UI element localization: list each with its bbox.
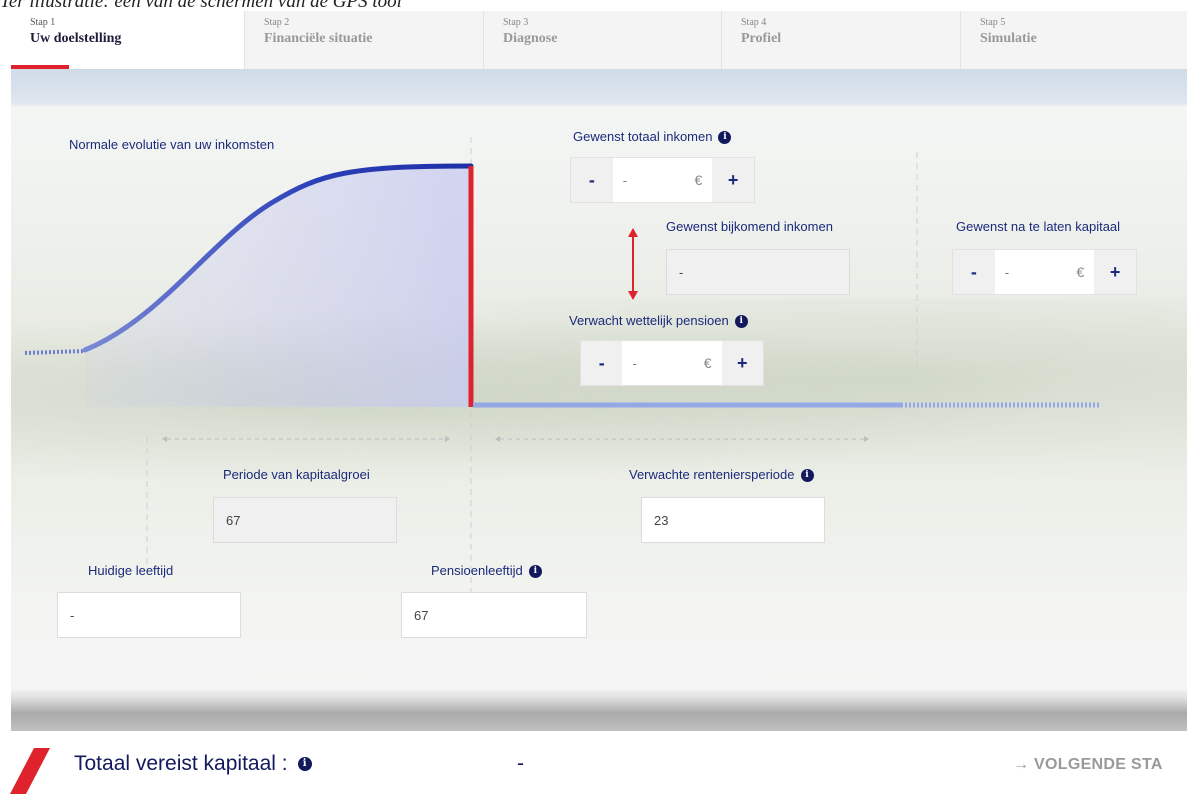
increment-button[interactable]: + — [712, 158, 754, 202]
desired-income-text: Gewenst totaal inkomen — [573, 129, 713, 144]
income-area — [86, 166, 471, 407]
step-name: Profiel — [741, 31, 782, 46]
decrement-button[interactable]: - — [581, 341, 622, 385]
step-number: Stap 2 — [264, 17, 290, 28]
capital-left-label: Gewenst na te laten kapitaal — [956, 219, 1121, 234]
income-start-dotted — [24, 349, 86, 355]
pension-age-label: Pensioenleeftijd i — [431, 563, 542, 579]
desired-income-value: - — [622, 172, 628, 188]
total-capital-label: Totaal vereist kapitaal : i — [74, 752, 312, 776]
current-age-field[interactable]: - — [57, 592, 241, 638]
info-icon[interactable]: i — [800, 469, 814, 483]
additional-income-field[interactable]: - — [666, 249, 850, 295]
growth-period-label: Periode van kapitaalgroei — [223, 467, 370, 482]
retirement-period-field[interactable]: 23 — [641, 497, 825, 543]
step-4[interactable]: Stap 4 Profiel — [722, 11, 961, 69]
capital-left-stepper: - - € + — [952, 249, 1137, 295]
step-number: Stap 5 — [980, 17, 1006, 28]
legal-pension-label: Verwacht wettelijk pensioen i — [569, 313, 748, 329]
income-evolution-label: Normale evolutie van uw inkomsten — [69, 137, 275, 152]
legal-pension-text: Verwacht wettelijk pensioen — [569, 313, 729, 328]
double-arrow-icon — [628, 228, 638, 300]
step-number: Stap 1 — [30, 17, 56, 28]
desired-income-label: Gewenst totaal inkomen i — [573, 129, 732, 145]
total-capital-value: - — [517, 752, 524, 775]
goal-panel: Normale evolutie van uw inkomsten Gewens… — [11, 69, 1187, 731]
step-number: Stap 4 — [741, 17, 767, 28]
step-2[interactable]: Stap 2 Financiële situatie — [245, 11, 484, 69]
step-number: Stap 3 — [503, 17, 529, 28]
legal-pension-input[interactable]: - € — [622, 341, 722, 385]
total-capital-text: Totaal vereist kapitaal : — [74, 752, 288, 775]
step-5[interactable]: Stap 5 Simulatie — [961, 11, 1187, 69]
pension-age-field[interactable]: 67 — [401, 592, 587, 638]
desired-income-stepper: - - € + — [570, 157, 755, 203]
euro-symbol: € — [1076, 264, 1085, 280]
step-3[interactable]: Stap 3 Diagnose — [484, 11, 722, 69]
euro-symbol: € — [703, 355, 712, 371]
brand-slash-icon — [10, 748, 50, 794]
capital-left-value: - — [1004, 264, 1010, 280]
next-step-button[interactable]: → VOLGENDE STA — [1013, 756, 1163, 774]
decrement-button[interactable]: - — [571, 158, 613, 202]
step-name: Simulatie — [980, 31, 1037, 46]
legal-pension-value: - — [632, 355, 637, 371]
euro-symbol: € — [694, 172, 703, 188]
retirement-period-text: Verwachte renteniersperiode — [629, 467, 795, 482]
retirement-period-arrow — [495, 436, 869, 442]
additional-income-label: Gewenst bijkomend inkomen — [666, 219, 833, 234]
desired-income-input[interactable]: - € — [612, 158, 713, 202]
legal-pension-stepper: - - € + — [580, 340, 764, 386]
caption: Ter illustratie: een van de schermen van… — [0, 0, 402, 11]
current-age-label: Huidige leeftijd — [88, 563, 174, 578]
growth-period-arrow — [162, 436, 450, 442]
retirement-period-label: Verwachte renteniersperiode i — [629, 467, 814, 483]
step-name: Diagnose — [503, 31, 558, 46]
step-name: Financiële situatie — [264, 31, 373, 46]
decrement-button[interactable]: - — [953, 250, 995, 294]
growth-period-field: 67 — [213, 497, 397, 543]
info-icon[interactable]: i — [718, 131, 732, 145]
info-icon[interactable]: i — [297, 757, 312, 772]
capital-left-input[interactable]: - € — [994, 250, 1095, 294]
info-icon[interactable]: i — [734, 315, 748, 329]
increment-button[interactable]: + — [722, 341, 763, 385]
increment-button[interactable]: + — [1094, 250, 1136, 294]
pension-age-text: Pensioenleeftijd — [431, 563, 523, 578]
info-icon[interactable]: i — [528, 565, 542, 579]
step-navigation: Stap 1 Uw doelstelling Stap 2 Financiële… — [11, 11, 1187, 69]
step-1[interactable]: Stap 1 Uw doelstelling — [11, 11, 245, 69]
step-name: Uw doelstelling — [30, 31, 122, 46]
